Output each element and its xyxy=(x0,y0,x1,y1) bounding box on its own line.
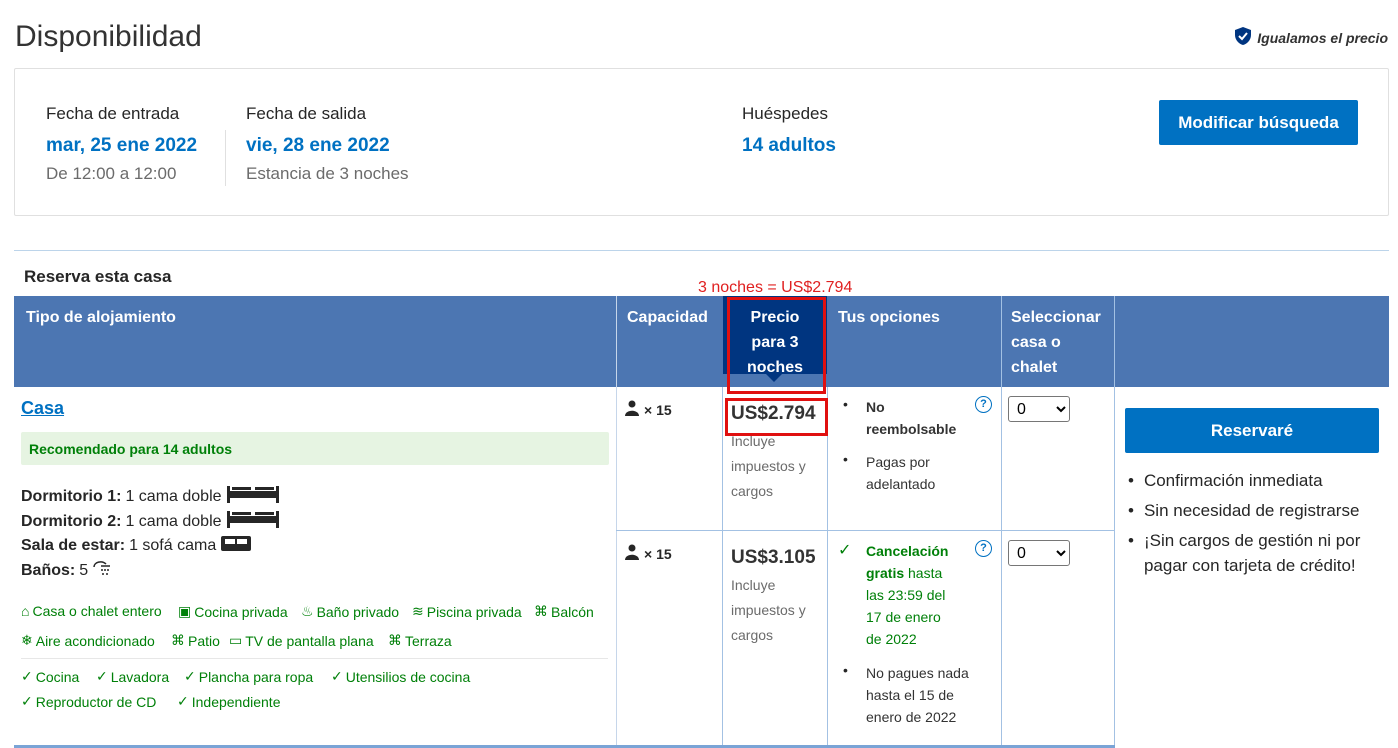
option-cancellation: Cancelación gratis hasta las 23:59 del 1… xyxy=(866,543,949,647)
snowflake-icon: ❄ xyxy=(21,632,33,648)
col-line xyxy=(722,387,723,748)
annotation-box-header xyxy=(727,297,826,394)
bullet: • xyxy=(843,396,848,412)
amenity-item: ✓ Reproductor de CD xyxy=(21,693,157,710)
reserve-button[interactable]: Reservaré xyxy=(1125,408,1379,453)
shower-icon xyxy=(92,559,112,582)
checkin-value[interactable]: mar, 25 ene 2022 xyxy=(46,135,197,157)
terrace-icon: ⌘ xyxy=(388,632,402,648)
house-icon: ⌂ xyxy=(21,603,30,619)
check-icon: ✓ xyxy=(177,693,189,709)
check-icon: ✓ xyxy=(838,542,852,559)
annotation-text: 3 noches = US$2.794 xyxy=(698,279,853,296)
bullet: • xyxy=(843,662,848,678)
col-line xyxy=(616,296,617,748)
capacity-cell: × 15 xyxy=(625,544,672,563)
option-payment: Pagas por adelantado xyxy=(866,454,936,492)
check-icon: ✓ xyxy=(184,668,196,684)
date-separator xyxy=(225,130,226,186)
check-icon: ✓ xyxy=(21,668,33,684)
bed-row: Dormitorio 1: 1 cama doble xyxy=(21,485,280,508)
facility-item: ♨ Baño privado xyxy=(301,603,400,620)
facility-item: ▣ Cocina privada xyxy=(178,603,288,620)
double-bed-icon xyxy=(226,485,280,508)
price-note: Incluye impuestos y cargos xyxy=(731,433,806,499)
facility-item: ⌂ Casa o chalet entero xyxy=(21,603,162,619)
person-icon xyxy=(625,544,639,563)
help-icon[interactable]: ? xyxy=(975,396,992,413)
section-divider xyxy=(14,250,1389,251)
header-capacity: Capacidad xyxy=(627,309,708,326)
row-line xyxy=(616,530,1114,531)
header-select: Seleccionar casa o chalet xyxy=(1011,309,1101,376)
amenity-item: ✓ Plancha para ropa xyxy=(184,668,314,685)
option-payment: No pagues nada hasta el 15 de enero de 2… xyxy=(866,665,969,725)
checkout-label: Fecha de salida xyxy=(246,104,367,123)
patio-icon: ⌘ xyxy=(171,632,185,648)
price-match-badge[interactable]: Igualamos el precio xyxy=(1233,26,1388,49)
header-type: Tipo de alojamiento xyxy=(26,309,176,326)
col-line xyxy=(1114,296,1115,748)
check-icon: ✓ xyxy=(21,693,33,709)
stay-length: Estancia de 3 noches xyxy=(246,164,409,183)
bed-row: Dormitorio 2: 1 cama doble xyxy=(21,510,280,533)
pool-icon: ≋ xyxy=(412,603,424,619)
recommended-badge: Recomendado para 14 adultos xyxy=(21,432,609,465)
price-value: US$3.105 xyxy=(731,547,816,568)
facility-divider xyxy=(21,658,608,659)
perk-item: • Confirmación inmediata xyxy=(1128,471,1323,490)
perk-item: • Sin necesidad de registrarse xyxy=(1128,501,1360,520)
facility-item: ≋ Piscina privada xyxy=(412,603,522,620)
capacity-cell: × 15 xyxy=(625,400,672,419)
facility-item: ⌘ Balcón xyxy=(534,603,594,620)
amenity-item: ✓ Lavadora xyxy=(96,668,170,685)
double-bed-icon xyxy=(226,510,280,533)
facility-item: ❄ Aire acondicionado xyxy=(21,632,155,649)
bath-icon: ♨ xyxy=(301,603,314,619)
checkin-label: Fecha de entrada xyxy=(46,104,180,123)
checkin-time: De 12:00 a 12:00 xyxy=(46,164,177,183)
help-icon[interactable]: ? xyxy=(975,540,992,557)
facility-item: ⌘ Patio xyxy=(171,632,220,649)
perk-item: • ¡Sin cargos de gestión ni por pagar con… xyxy=(1128,531,1361,575)
section-title: Reserva esta casa xyxy=(24,267,172,286)
check-icon: ✓ xyxy=(96,668,108,684)
amenity-item: ✓ Cocina xyxy=(21,668,80,685)
col-line xyxy=(1001,296,1002,748)
guests-label: Huéspedes xyxy=(742,104,829,123)
amenity-item: ✓ Independiente xyxy=(177,693,281,710)
price-note: Incluye impuestos y cargos xyxy=(731,577,806,643)
sofa-bed-icon xyxy=(220,534,252,557)
option-refund: No reembolsable xyxy=(866,399,957,437)
bullet: • xyxy=(843,451,848,467)
tv-icon: ▭ xyxy=(229,632,243,648)
kitchen-icon: ▣ xyxy=(178,603,192,619)
bed-row: Baños: 5 xyxy=(21,559,112,582)
page-title: Disponibilidad xyxy=(15,20,202,53)
modify-search-button[interactable]: Modificar búsqueda xyxy=(1159,100,1358,145)
room-name-link[interactable]: Casa xyxy=(21,398,64,419)
bed-row: Sala de estar: 1 sofá cama xyxy=(21,534,252,557)
checkout-value[interactable]: vie, 28 ene 2022 xyxy=(246,135,390,157)
balcony-icon: ⌘ xyxy=(534,603,548,619)
quantity-select[interactable]: 0 xyxy=(1008,540,1070,566)
guests-value[interactable]: 14 adultos xyxy=(742,135,836,157)
price-match-label: Igualamos el precio xyxy=(1257,29,1388,46)
quantity-select[interactable]: 0 xyxy=(1008,396,1070,422)
col-line xyxy=(827,387,828,748)
check-icon: ✓ xyxy=(331,668,343,684)
amenity-item: ✓ Utensilios de cocina xyxy=(331,668,471,685)
person-icon xyxy=(625,400,639,419)
facility-item: ▭ TV de pantalla plana xyxy=(229,632,374,649)
facility-item: ⌘ Terraza xyxy=(388,632,452,649)
shield-check-icon xyxy=(1233,26,1253,49)
header-options: Tus opciones xyxy=(838,309,940,326)
